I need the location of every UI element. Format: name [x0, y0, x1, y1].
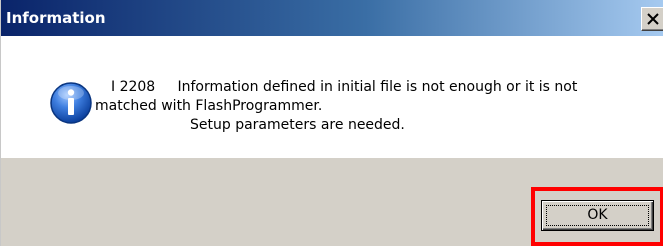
message-area: I 2208 Information defined in initial fi…	[1, 36, 663, 158]
message-line-3: Setup parameters are needed.	[190, 117, 405, 133]
information-icon	[50, 82, 92, 124]
information-dialog: Information I 2208 Information defined i…	[0, 0, 663, 246]
message-line-1: I 2208 Information defined in initial fi…	[111, 79, 578, 95]
close-button[interactable]	[641, 7, 663, 31]
ok-button-label: OK	[587, 207, 608, 223]
window-title: Information	[6, 9, 106, 27]
button-bar: OK	[1, 158, 663, 246]
close-icon	[647, 13, 659, 25]
title-bar[interactable]: Information	[1, 0, 663, 36]
message-line-2: matched with FlashProgrammer.	[95, 98, 323, 114]
ok-button[interactable]: OK	[541, 200, 654, 231]
